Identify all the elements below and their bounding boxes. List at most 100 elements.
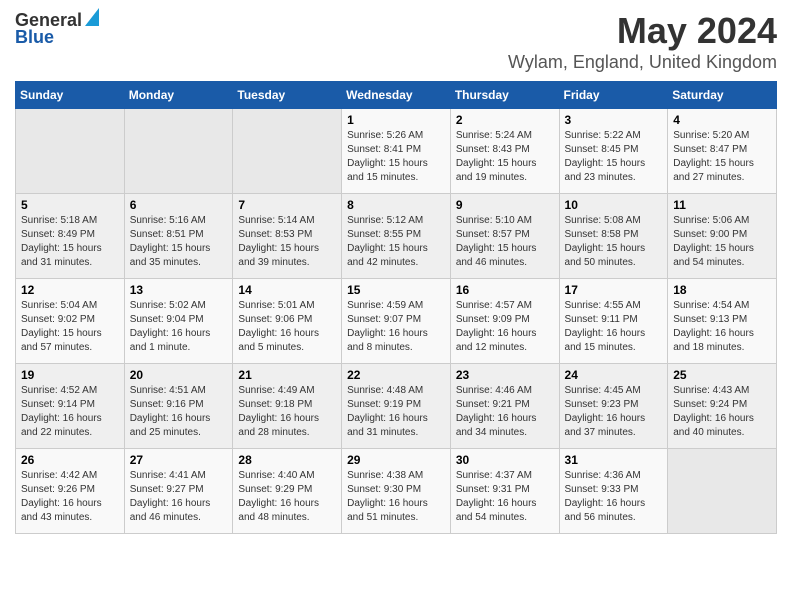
- day-info: Sunrise: 4:59 AMSunset: 9:07 PMDaylight:…: [347, 299, 445, 355]
- day-number: 27: [130, 453, 228, 467]
- calendar-cell: 11 Sunrise: 5:06 AMSunset: 9:00 PMDayligh…: [668, 194, 777, 279]
- calendar-cell: 8 Sunrise: 5:12 AMSunset: 8:55 PMDaylight…: [342, 194, 451, 279]
- day-number: 12: [21, 283, 119, 297]
- calendar-cell: 31Sunrise: 4:36 AMSunset: 9:33 PMDayligh…: [559, 449, 668, 534]
- day-number: 26: [21, 453, 119, 467]
- day-info: Sunrise: 4:41 AMSunset: 9:27 PMDaylight:…: [130, 469, 228, 525]
- day-number: 10: [565, 198, 663, 212]
- day-info: Sunrise: 4:54 AMSunset: 9:13 PMDaylight:…: [673, 299, 771, 355]
- calendar-cell: [668, 449, 777, 534]
- day-number: 31: [565, 453, 663, 467]
- day-number: 22: [347, 368, 445, 382]
- calendar-cell: 29Sunrise: 4:38 AMSunset: 9:30 PMDayligh…: [342, 449, 451, 534]
- day-info: Sunrise: 5:22 AMSunset: 8:45 PMDaylight:…: [565, 129, 663, 185]
- calendar-cell: 13 Sunrise: 5:02 AMSunset: 9:04 PMDayligh…: [124, 279, 233, 364]
- calendar-cell: 6Sunrise: 5:16 AMSunset: 8:51 PMDaylight…: [124, 194, 233, 279]
- calendar-table: SundayMondayTuesdayWednesdayThursdayFrid…: [15, 81, 777, 534]
- day-info: Sunrise: 4:51 AMSunset: 9:16 PMDaylight:…: [130, 384, 228, 440]
- day-info: Sunrise: 5:12 AMSunset: 8:55 PMDaylight:…: [347, 214, 445, 270]
- day-info: Sunrise: 5:18 AMSunset: 8:49 PMDaylight:…: [21, 214, 119, 270]
- day-number: 8: [347, 198, 445, 212]
- logo: General Blue: [15, 10, 99, 48]
- day-info: Sunrise: 5:14 AMSunset: 8:53 PMDaylight:…: [238, 214, 336, 270]
- location-title: Wylam, England, United Kingdom: [508, 52, 777, 73]
- day-info: Sunrise: 4:57 AMSunset: 9:09 PMDaylight:…: [456, 299, 554, 355]
- day-info: Sunrise: 5:01 AMSunset: 9:06 PMDaylight:…: [238, 299, 336, 355]
- calendar-cell: 19 Sunrise: 4:52 AMSunset: 9:14 PMDayligh…: [16, 364, 125, 449]
- calendar-cell: 23 Sunrise: 4:46 AMSunset: 9:21 PMDayligh…: [450, 364, 559, 449]
- day-info: Sunrise: 5:10 AMSunset: 8:57 PMDaylight:…: [456, 214, 554, 270]
- calendar-cell: [233, 109, 342, 194]
- calendar-cell: 15 Sunrise: 4:59 AMSunset: 9:07 PMDayligh…: [342, 279, 451, 364]
- calendar-cell: 25Sunrise: 4:43 AMSunset: 9:24 PMDayligh…: [668, 364, 777, 449]
- title-section: May 2024 Wylam, England, United Kingdom: [508, 10, 777, 73]
- calendar-cell: 12 Sunrise: 5:04 AMSunset: 9:02 PMDayligh…: [16, 279, 125, 364]
- calendar-cell: 18 Sunrise: 4:54 AMSunset: 9:13 PMDayligh…: [668, 279, 777, 364]
- week-row-4: 19 Sunrise: 4:52 AMSunset: 9:14 PMDayligh…: [16, 364, 777, 449]
- weekday-header-wednesday: Wednesday: [342, 82, 451, 109]
- week-row-3: 12 Sunrise: 5:04 AMSunset: 9:02 PMDayligh…: [16, 279, 777, 364]
- weekday-header-sunday: Sunday: [16, 82, 125, 109]
- day-info: Sunrise: 4:42 AMSunset: 9:26 PMDaylight:…: [21, 469, 119, 525]
- day-number: 16: [456, 283, 554, 297]
- calendar-cell: 20 Sunrise: 4:51 AMSunset: 9:16 PMDayligh…: [124, 364, 233, 449]
- calendar-cell: 10 Sunrise: 5:08 AMSunset: 8:58 PMDayligh…: [559, 194, 668, 279]
- day-info: Sunrise: 4:55 AMSunset: 9:11 PMDaylight:…: [565, 299, 663, 355]
- calendar-cell: 1 Sunrise: 5:26 AMSunset: 8:41 PMDaylight…: [342, 109, 451, 194]
- day-number: 19: [21, 368, 119, 382]
- calendar-cell: 26 Sunrise: 4:42 AMSunset: 9:26 PMDayligh…: [16, 449, 125, 534]
- week-row-1: 1 Sunrise: 5:26 AMSunset: 8:41 PMDaylight…: [16, 109, 777, 194]
- weekday-header-tuesday: Tuesday: [233, 82, 342, 109]
- logo-blue-text: Blue: [15, 27, 54, 48]
- day-info: Sunrise: 5:08 AMSunset: 8:58 PMDaylight:…: [565, 214, 663, 270]
- day-info: Sunrise: 5:04 AMSunset: 9:02 PMDaylight:…: [21, 299, 119, 355]
- weekday-header-friday: Friday: [559, 82, 668, 109]
- day-info: Sunrise: 5:26 AMSunset: 8:41 PMDaylight:…: [347, 129, 445, 185]
- day-number: 11: [673, 198, 771, 212]
- day-info: Sunrise: 5:06 AMSunset: 9:00 PMDaylight:…: [673, 214, 771, 270]
- day-number: 13: [130, 283, 228, 297]
- day-number: 20: [130, 368, 228, 382]
- day-info: Sunrise: 5:02 AMSunset: 9:04 PMDaylight:…: [130, 299, 228, 355]
- calendar-cell: 21Sunrise: 4:49 AMSunset: 9:18 PMDayligh…: [233, 364, 342, 449]
- calendar-cell: 7Sunrise: 5:14 AMSunset: 8:53 PMDaylight…: [233, 194, 342, 279]
- calendar-cell: 5Sunrise: 5:18 AMSunset: 8:49 PMDaylight…: [16, 194, 125, 279]
- calendar-cell: 16 Sunrise: 4:57 AMSunset: 9:09 PMDayligh…: [450, 279, 559, 364]
- calendar-cell: 17 Sunrise: 4:55 AMSunset: 9:11 PMDayligh…: [559, 279, 668, 364]
- calendar-cell: 30 Sunrise: 4:37 AMSunset: 9:31 PMDayligh…: [450, 449, 559, 534]
- calendar-cell: 4Sunrise: 5:20 AMSunset: 8:47 PMDaylight…: [668, 109, 777, 194]
- calendar-cell: 14 Sunrise: 5:01 AMSunset: 9:06 PMDayligh…: [233, 279, 342, 364]
- day-info: Sunrise: 4:49 AMSunset: 9:18 PMDaylight:…: [238, 384, 336, 440]
- day-info: Sunrise: 4:38 AMSunset: 9:30 PMDaylight:…: [347, 469, 445, 525]
- day-info: Sunrise: 4:52 AMSunset: 9:14 PMDaylight:…: [21, 384, 119, 440]
- day-number: 2: [456, 113, 554, 127]
- calendar-cell: 22 Sunrise: 4:48 AMSunset: 9:19 PMDayligh…: [342, 364, 451, 449]
- day-number: 15: [347, 283, 445, 297]
- calendar-cell: 3Sunrise: 5:22 AMSunset: 8:45 PMDaylight…: [559, 109, 668, 194]
- weekday-header-saturday: Saturday: [668, 82, 777, 109]
- header: General Blue May 2024 Wylam, England, Un…: [15, 10, 777, 73]
- calendar-cell: 28Sunrise: 4:40 AMSunset: 9:29 PMDayligh…: [233, 449, 342, 534]
- day-number: 4: [673, 113, 771, 127]
- day-info: Sunrise: 4:48 AMSunset: 9:19 PMDaylight:…: [347, 384, 445, 440]
- weekday-header-row: SundayMondayTuesdayWednesdayThursdayFrid…: [16, 82, 777, 109]
- day-number: 18: [673, 283, 771, 297]
- weekday-header-monday: Monday: [124, 82, 233, 109]
- day-info: Sunrise: 4:40 AMSunset: 9:29 PMDaylight:…: [238, 469, 336, 525]
- day-number: 23: [456, 368, 554, 382]
- day-info: Sunrise: 4:37 AMSunset: 9:31 PMDaylight:…: [456, 469, 554, 525]
- calendar-cell: [16, 109, 125, 194]
- day-number: 14: [238, 283, 336, 297]
- calendar-cell: [124, 109, 233, 194]
- day-number: 30: [456, 453, 554, 467]
- day-number: 17: [565, 283, 663, 297]
- day-info: Sunrise: 4:46 AMSunset: 9:21 PMDaylight:…: [456, 384, 554, 440]
- calendar-cell: 24 Sunrise: 4:45 AMSunset: 9:23 PMDayligh…: [559, 364, 668, 449]
- calendar-cell: 9 Sunrise: 5:10 AMSunset: 8:57 PMDaylight…: [450, 194, 559, 279]
- week-row-2: 5Sunrise: 5:18 AMSunset: 8:49 PMDaylight…: [16, 194, 777, 279]
- day-number: 9: [456, 198, 554, 212]
- day-number: 1: [347, 113, 445, 127]
- day-number: 25: [673, 368, 771, 382]
- day-info: Sunrise: 4:45 AMSunset: 9:23 PMDaylight:…: [565, 384, 663, 440]
- day-number: 24: [565, 368, 663, 382]
